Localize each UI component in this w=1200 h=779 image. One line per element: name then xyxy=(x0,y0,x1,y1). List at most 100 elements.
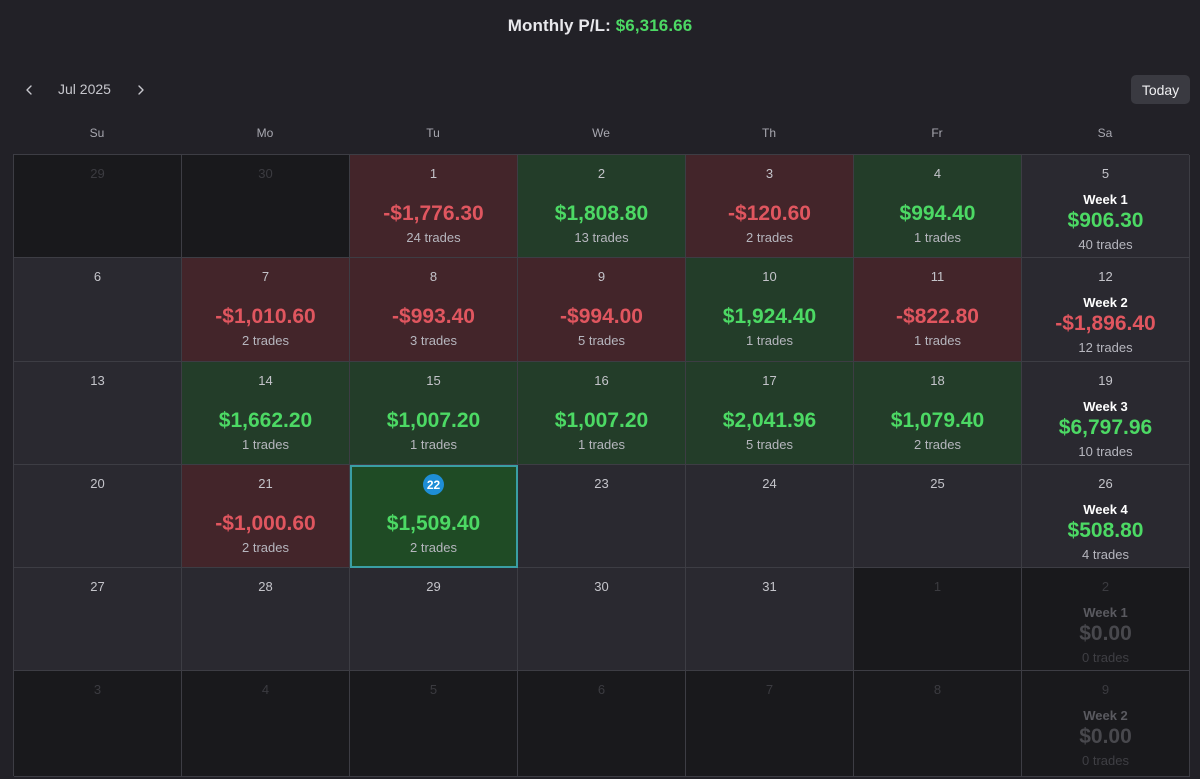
day-pnl: $1,808.80 xyxy=(554,202,649,225)
day-number: 3 xyxy=(93,682,102,697)
calendar-day-cell[interactable]: 6 xyxy=(518,671,686,777)
week-summary-cell[interactable]: 5 Week 1 $906.30 40 trades xyxy=(1022,155,1190,258)
day-number: 1 xyxy=(933,579,942,594)
week-pnl: $906.30 xyxy=(1067,209,1144,232)
calendar-day-cell[interactable]: 21 -$1,000.60 2 trades xyxy=(182,465,350,568)
day-number: 3 xyxy=(765,166,774,181)
weekday-label: We xyxy=(592,126,610,140)
day-number: 28 xyxy=(258,579,273,594)
today-day-badge: 22 xyxy=(423,474,444,495)
day-pnl: $1,509.40 xyxy=(386,512,481,535)
calendar-day-cell[interactable]: 4 xyxy=(182,671,350,777)
day-trade-count: 2 trades xyxy=(746,230,793,245)
calendar-day-cell[interactable]: 27 xyxy=(14,568,182,671)
day-number: 7 xyxy=(765,682,774,697)
calendar-day-cell[interactable]: 8 xyxy=(854,671,1022,777)
weekday-label: Th xyxy=(761,126,776,140)
day-number: 9 xyxy=(1101,682,1110,697)
calendar-day-cell[interactable]: 30 xyxy=(182,155,350,258)
calendar-day-cell[interactable]: 10 $1,924.40 1 trades xyxy=(686,258,854,362)
day-number: 15 xyxy=(426,373,441,388)
weekday-label: Tu xyxy=(426,126,440,140)
day-number: 29 xyxy=(90,166,105,181)
calendar-day-cell[interactable]: 29 xyxy=(14,155,182,258)
day-trade-count: 13 trades xyxy=(574,230,629,245)
day-trade-count: 5 trades xyxy=(746,437,793,452)
week-summary-cell[interactable]: 12 Week 2 -$1,896.40 12 trades xyxy=(1022,258,1190,362)
day-number: 4 xyxy=(261,682,270,697)
week-summary-cell[interactable]: 2 Week 1 $0.00 0 trades xyxy=(1022,568,1190,671)
day-number: 29 xyxy=(426,579,441,594)
calendar-day-cell[interactable]: 16 $1,007.20 1 trades xyxy=(518,362,686,465)
week-pnl: $508.80 xyxy=(1067,519,1144,542)
day-number: 5 xyxy=(1101,166,1110,181)
calendar-day-cell[interactable]: 23 xyxy=(518,465,686,568)
calendar-day-cell[interactable]: 3 -$120.60 2 trades xyxy=(686,155,854,258)
weekday-label: Sa xyxy=(1097,126,1113,140)
day-number: 14 xyxy=(258,373,273,388)
day-pnl: -$1,776.30 xyxy=(383,202,484,225)
day-number: 30 xyxy=(258,166,273,181)
day-trade-count: 1 trades xyxy=(578,437,625,452)
previous-month-button[interactable] xyxy=(17,78,41,102)
week-summary-cell[interactable]: 19 Week 3 $6,797.96 10 trades xyxy=(1022,362,1190,465)
calendar-day-cell[interactable]: 8 -$993.40 3 trades xyxy=(350,258,518,362)
calendar-day-cell[interactable]: 25 xyxy=(854,465,1022,568)
day-number: 12 xyxy=(1098,269,1113,284)
calendar-day-cell[interactable]: 18 $1,079.40 2 trades xyxy=(854,362,1022,465)
calendar-day-cell[interactable]: 13 xyxy=(14,362,182,465)
calendar-day-cell[interactable]: 7 -$1,010.60 2 trades xyxy=(182,258,350,362)
calendar-day-cell[interactable]: 6 xyxy=(14,258,182,362)
day-number: 18 xyxy=(930,373,945,388)
calendar-day-cell[interactable]: 29 xyxy=(350,568,518,671)
calendar-day-cell[interactable]: 7 xyxy=(686,671,854,777)
day-number: 27 xyxy=(90,579,105,594)
calendar-day-cell[interactable]: 5 xyxy=(350,671,518,777)
calendar-day-cell[interactable]: 11 -$822.80 1 trades xyxy=(854,258,1022,362)
week-summary-cell[interactable]: 26 Week 4 $508.80 4 trades xyxy=(1022,465,1190,568)
calendar-day-cell[interactable]: 3 xyxy=(14,671,182,777)
day-number: 8 xyxy=(429,269,438,284)
day-number: 23 xyxy=(594,476,609,491)
calendar-day-cell[interactable]: 9 -$994.00 5 trades xyxy=(518,258,686,362)
day-pnl: $994.40 xyxy=(899,202,976,225)
calendar-day-cell[interactable]: 17 $2,041.96 5 trades xyxy=(686,362,854,465)
monthly-pl-value: $6,316.66 xyxy=(615,16,693,35)
calendar-day-cell[interactable]: 20 xyxy=(14,465,182,568)
calendar-day-cell[interactable]: 15 $1,007.20 1 trades xyxy=(350,362,518,465)
weekday-header: Su Mo Tu We Th Fr Sa xyxy=(13,126,1189,142)
today-button[interactable]: Today xyxy=(1131,75,1190,104)
calendar-day-cell[interactable]: 4 $994.40 1 trades xyxy=(854,155,1022,258)
chevron-left-icon xyxy=(26,85,32,95)
week-summary-cell[interactable]: 9 Week 2 $0.00 0 trades xyxy=(1022,671,1190,777)
day-pnl: -$1,010.60 xyxy=(215,305,316,328)
day-pnl: $1,662.20 xyxy=(218,409,313,432)
day-number: 11 xyxy=(930,269,945,284)
week-pnl: $0.00 xyxy=(1079,622,1132,645)
calendar-day-cell[interactable]: 1 -$1,776.30 24 trades xyxy=(350,155,518,258)
day-pnl: $1,007.20 xyxy=(554,409,649,432)
week-trade-count: 4 trades xyxy=(1082,547,1129,562)
week-trade-count: 10 trades xyxy=(1078,444,1133,459)
week-trade-count: 0 trades xyxy=(1082,650,1129,665)
day-number: 9 xyxy=(597,269,606,284)
calendar-day-cell[interactable]: 31 xyxy=(686,568,854,671)
day-pnl: -$994.00 xyxy=(560,305,643,328)
day-trade-count: 1 trades xyxy=(242,437,289,452)
calendar-day-cell[interactable]: 14 $1,662.20 1 trades xyxy=(182,362,350,465)
week-trade-count: 0 trades xyxy=(1082,753,1129,768)
day-number: 13 xyxy=(90,373,105,388)
calendar-day-cell[interactable]: 2 $1,808.80 13 trades xyxy=(518,155,686,258)
day-trade-count: 2 trades xyxy=(242,540,289,555)
week-label: Week 2 xyxy=(1083,295,1128,310)
calendar-day-cell[interactable]: 24 xyxy=(686,465,854,568)
day-number: 1 xyxy=(429,166,438,181)
next-month-button[interactable] xyxy=(129,78,153,102)
calendar-day-cell-today[interactable]: 22 $1,509.40 2 trades xyxy=(350,465,518,568)
day-trade-count: 5 trades xyxy=(578,333,625,348)
calendar-day-cell[interactable]: 30 xyxy=(518,568,686,671)
calendar-day-cell[interactable]: 1 xyxy=(854,568,1022,671)
day-number: 19 xyxy=(1098,373,1113,388)
calendar-day-cell[interactable]: 28 xyxy=(182,568,350,671)
day-number: 17 xyxy=(762,373,777,388)
